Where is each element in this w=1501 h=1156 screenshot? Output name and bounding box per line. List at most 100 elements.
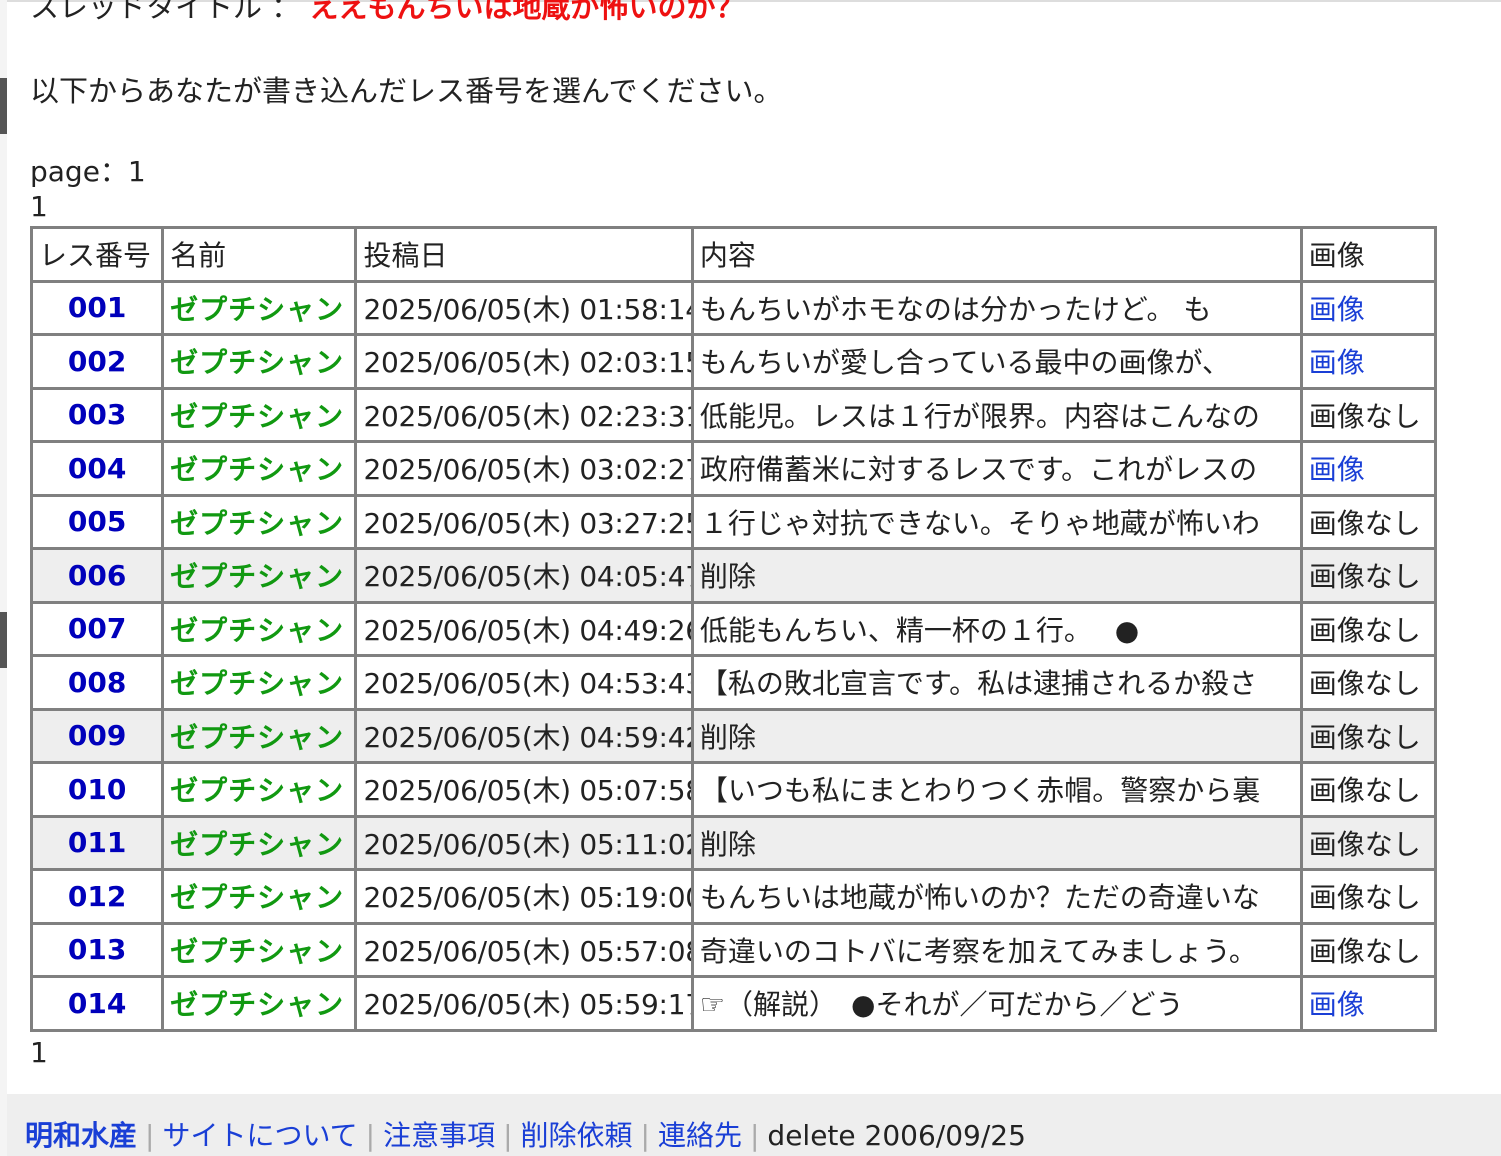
header-image: 画像 xyxy=(1302,229,1434,280)
posts-table-body: 001 ゼプチシャン 2025/06/05(木) 01:58:14 もんちいがホモなの… xyxy=(33,282,1434,1029)
poster-name: ゼプチシャン xyxy=(164,336,355,387)
res-number-link[interactable]: 002 xyxy=(33,336,162,387)
res-number-link[interactable]: 008 xyxy=(33,657,162,708)
post-content: 奇違いのコトバに考察を加えてみましょう。 xyxy=(693,924,1300,975)
image-cell: 画像なし xyxy=(1302,496,1434,547)
image-link[interactable]: 画像 xyxy=(1309,346,1365,379)
footer-brand-link[interactable]: 明和水産 xyxy=(25,1119,137,1152)
post-content: 削除 xyxy=(693,550,1300,601)
image-cell: 画像なし xyxy=(1302,764,1434,815)
header-date: 投稿日 xyxy=(357,229,691,280)
image-cell: 画像なし xyxy=(1302,389,1434,440)
post-content: 【私の敗北宣言です。私は逮捕されるか殺さ xyxy=(693,657,1300,708)
post-date: 2025/06/05(木) 03:27:25 xyxy=(357,496,691,547)
post-content: 低能児。レスは１行が限界。内容はこんなの xyxy=(693,389,1300,440)
res-number-link[interactable]: 011 xyxy=(33,817,162,868)
image-link[interactable]: 画像 xyxy=(1309,453,1365,486)
post-date: 2025/06/05(木) 04:59:42 xyxy=(357,710,691,761)
post-content: 【いつも私にまとわりつく赤帽。警察から裏 xyxy=(693,764,1300,815)
post-content: 政府備蓄米に対するレスです。これがレスの xyxy=(693,443,1300,494)
table-row: 010 ゼプチシャン 2025/06/05(木) 05:07:58 【いつも私にまとわ… xyxy=(33,764,1434,815)
header-res-number: レス番号 xyxy=(33,229,162,280)
poster-name: ゼプチシャン xyxy=(164,871,355,922)
poster-name: ゼプチシャン xyxy=(164,924,355,975)
thread-title-label: スレッドタイトル ： xyxy=(30,0,301,24)
image-cell: 画像なし xyxy=(1302,710,1434,761)
table-row: 007 ゼプチシャン 2025/06/05(木) 04:49:26 低能もんちい、精一… xyxy=(33,603,1434,654)
image-cell: 画像 xyxy=(1302,282,1434,333)
image-cell: 画像なし xyxy=(1302,603,1434,654)
table-header-row: レス番号 名前 投稿日 内容 画像 xyxy=(33,229,1434,280)
post-content: １行じゃ対抗できない。そりゃ地蔵が怖いわ xyxy=(693,496,1300,547)
post-date: 2025/06/05(木) 04:53:43 xyxy=(357,657,691,708)
res-number-link[interactable]: 004 xyxy=(33,443,162,494)
no-image-label: 画像なし xyxy=(1308,560,1421,594)
post-content: 削除 xyxy=(693,710,1300,761)
res-number-link[interactable]: 009 xyxy=(33,710,162,761)
post-date: 2025/06/05(木) 03:02:27 xyxy=(357,443,691,494)
footer-link-delete-request[interactable]: 削除依頼 xyxy=(521,1119,633,1152)
table-row: 012 ゼプチシャン 2025/06/05(木) 05:19:00 もんちいは地蔵が怖… xyxy=(33,871,1434,922)
image-link[interactable]: 画像 xyxy=(1309,293,1365,326)
post-date: 2025/06/05(木) 01:58:14 xyxy=(357,282,691,333)
post-date: 2025/06/05(木) 05:19:00 xyxy=(357,871,691,922)
table-row: 004 ゼプチシャン 2025/06/05(木) 03:02:27 政府備蓄米に対する… xyxy=(33,443,1434,494)
table-row: 005 ゼプチシャン 2025/06/05(木) 03:27:25 １行じゃ対抗できな… xyxy=(33,496,1434,547)
res-number-link[interactable]: 001 xyxy=(33,282,162,333)
image-cell: 画像 xyxy=(1302,336,1434,387)
poster-name: ゼプチシャン xyxy=(164,443,355,494)
post-content: もんちいがホモなのは分かったけど。 も xyxy=(693,282,1300,333)
footer-separator: | xyxy=(749,1119,760,1152)
footer-link-contact[interactable]: 連絡先 xyxy=(658,1119,742,1152)
post-content: ☞（解説） ●それが／可だから／どう xyxy=(693,978,1300,1029)
no-image-label: 画像なし xyxy=(1308,720,1421,754)
image-link[interactable]: 画像 xyxy=(1309,988,1365,1021)
res-number-link[interactable]: 013 xyxy=(33,924,162,975)
pager-top-link[interactable]: 1 xyxy=(30,190,48,223)
res-number-link[interactable]: 003 xyxy=(33,389,162,440)
instruction-text: 以下からあなたが書き込んだレス番号を選んでください。 xyxy=(30,74,783,108)
poster-name: ゼプチシャン xyxy=(164,282,355,333)
image-cell: 画像なし xyxy=(1302,817,1434,868)
res-number-link[interactable]: 010 xyxy=(33,764,162,815)
post-content: 低能もんちい、精一杯の１行。 ● xyxy=(693,603,1300,654)
thread-title-line: スレッドタイトル ： ええもんちいは地蔵が怖いのか？ xyxy=(30,0,744,26)
table-row: 001 ゼプチシャン 2025/06/05(木) 01:58:14 もんちいがホモなの… xyxy=(33,282,1434,333)
footer-separator: | xyxy=(365,1119,376,1152)
table-row: 006 ゼプチシャン 2025/06/05(木) 04:05:47 削除 画像なし xyxy=(33,550,1434,601)
thread-title: ええもんちいは地蔵が怖いのか？ xyxy=(309,0,745,24)
footer-link-about[interactable]: サイトについて xyxy=(162,1119,357,1152)
no-image-label: 画像なし xyxy=(1308,613,1421,647)
site-footer: 明和水産 | サイトについて | 注意事項 | 削除依頼 | 連絡先 | delete 2006/0… xyxy=(7,1094,1501,1156)
table-row: 014 ゼプチシャン 2025/06/05(木) 05:59:17 ☞（解説） ●それ… xyxy=(33,978,1434,1029)
post-date: 2025/06/05(木) 05:11:02 xyxy=(357,817,691,868)
pager-bottom-link[interactable]: 1 xyxy=(30,1036,48,1069)
poster-name: ゼプチシャン xyxy=(164,389,355,440)
res-number-link[interactable]: 014 xyxy=(33,978,162,1029)
header-content: 内容 xyxy=(693,229,1300,280)
footer-separator: | xyxy=(640,1119,650,1152)
image-cell: 画像なし xyxy=(1302,924,1434,975)
no-image-label: 画像なし xyxy=(1308,667,1421,701)
table-row: 002 ゼプチシャン 2025/06/05(木) 02:03:15 もんちいが愛し合っ… xyxy=(33,336,1434,387)
no-image-label: 画像なし xyxy=(1308,881,1421,915)
image-cell: 画像なし xyxy=(1302,657,1434,708)
res-number-link[interactable]: 006 xyxy=(33,550,162,601)
no-image-label: 画像なし xyxy=(1308,506,1421,540)
poster-name: ゼプチシャン xyxy=(164,764,355,815)
res-number-link[interactable]: 007 xyxy=(33,603,162,654)
res-number-link[interactable]: 005 xyxy=(33,496,162,547)
post-content: もんちいが愛し合っている最中の画像が、 xyxy=(693,336,1300,387)
post-date: 2025/06/05(木) 02:03:15 xyxy=(357,336,691,387)
res-number-link[interactable]: 012 xyxy=(33,871,162,922)
post-date: 2025/06/05(木) 05:59:17 xyxy=(357,978,691,1029)
poster-name: ゼプチシャン xyxy=(164,550,355,601)
footer-link-notice[interactable]: 注意事項 xyxy=(383,1119,495,1152)
left-edge-marker xyxy=(0,612,7,668)
left-edge-bar xyxy=(0,0,7,1156)
table-row: 011 ゼプチシャン 2025/06/05(木) 05:11:02 削除 画像なし xyxy=(33,817,1434,868)
footer-separator: | xyxy=(503,1119,513,1152)
image-cell: 画像 xyxy=(1302,978,1434,1029)
no-image-label: 画像なし xyxy=(1308,399,1421,433)
no-image-label: 画像なし xyxy=(1308,934,1421,968)
